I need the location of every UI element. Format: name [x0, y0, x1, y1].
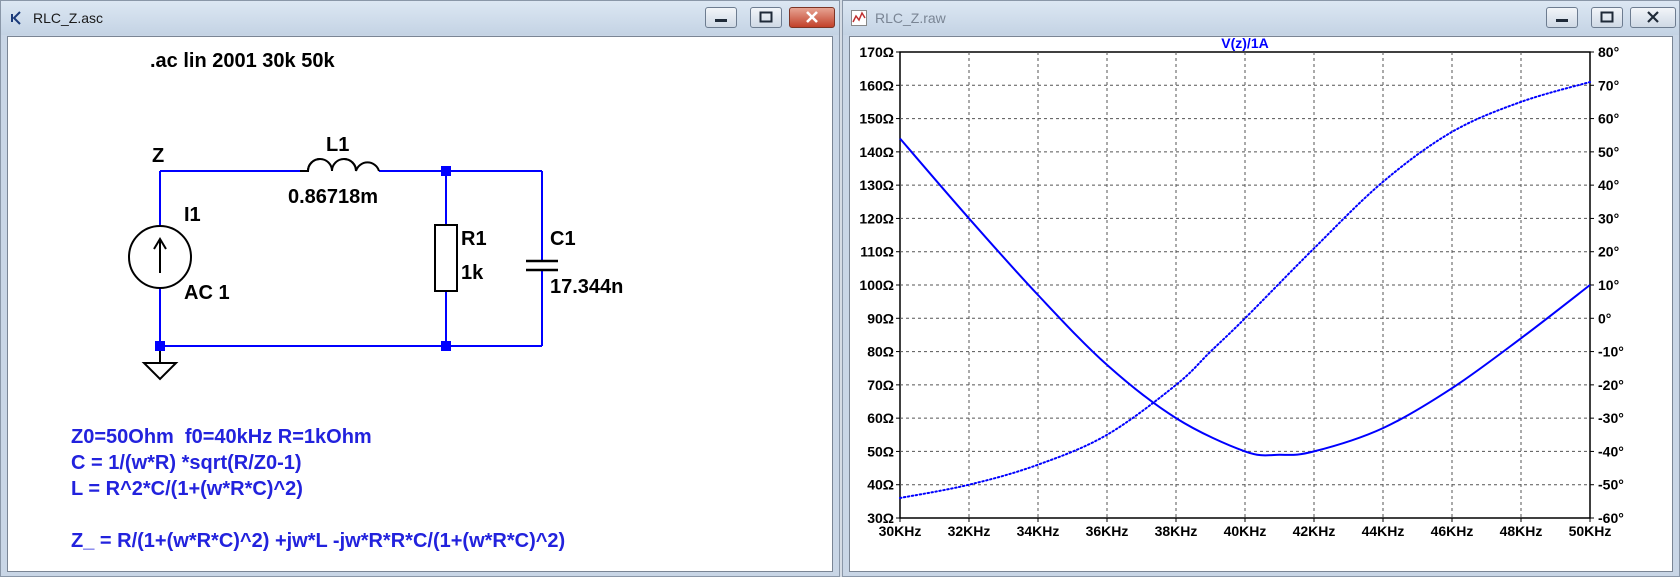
net-label-z[interactable]: Z — [152, 145, 164, 167]
y-right-tick-label: -30° — [1598, 410, 1624, 426]
y-left-tick-label: 130Ω — [859, 177, 894, 193]
y-left-tick-label: 140Ω — [859, 144, 894, 160]
y-right-tick-label: 30° — [1598, 210, 1619, 226]
resistor-value[interactable]: 1k — [461, 262, 484, 284]
junction-dot — [441, 166, 451, 176]
y-left-tick-label: 170Ω — [859, 44, 894, 60]
trace-label[interactable]: V(z)/1A — [1221, 37, 1268, 51]
y-left-tick-label: 80Ω — [867, 344, 894, 360]
y-right-tick-label: 20° — [1598, 244, 1619, 260]
close-icon — [1647, 11, 1659, 23]
inductor-value[interactable]: 0.86718m — [288, 186, 378, 208]
y-right-tick-label: 70° — [1598, 77, 1619, 93]
y-left-tick-label: 120Ω — [859, 210, 894, 226]
spice-directive[interactable]: .ac lin 2001 30k 50k — [150, 50, 335, 72]
schematic-window-title: RLC_Z.asc — [33, 10, 104, 26]
resistor-symbol — [434, 224, 458, 292]
plot-area: V(z)/1A 30KHz 32KHz 34KHz 36KHz 38KHz 40KHz 42… — [859, 37, 1624, 539]
close-icon — [806, 11, 818, 23]
plot-canvas[interactable]: V(z)/1A 30KHz 32KHz 34KHz 36KHz 38KHz 40KHz 42… — [849, 36, 1673, 572]
minimize-button[interactable] — [1546, 7, 1578, 28]
y-left-tick-label: 60Ω — [867, 410, 894, 426]
x-tick-label: 44KHz — [1362, 523, 1405, 539]
schematic-canvas[interactable]: .ac lin 2001 30k 50k Z L1 0.86718m I1 AC… — [7, 36, 833, 572]
y-right-tick-label: -60° — [1598, 510, 1624, 526]
y-right-tick-label: -40° — [1598, 443, 1624, 459]
minimize-icon — [715, 19, 727, 22]
y-left-tick-label: 100Ω — [859, 277, 894, 293]
close-button[interactable] — [789, 7, 835, 28]
waveform-window-title: RLC_Z.raw — [875, 10, 946, 26]
x-tick-label: 40KHz — [1224, 523, 1267, 539]
ground-symbol — [141, 351, 179, 381]
maximize-icon — [1600, 11, 1614, 23]
y-right-tick-label: -20° — [1598, 377, 1624, 393]
x-tick-label: 32KHz — [948, 523, 991, 539]
y-left-tick-label: 160Ω — [859, 77, 894, 93]
y-right-tick-label: 40° — [1598, 177, 1619, 193]
minimize-icon — [1556, 19, 1568, 22]
capacitor-name[interactable]: C1 — [550, 228, 576, 250]
maximize-icon — [759, 11, 773, 23]
y-left-tick-label: 70Ω — [867, 377, 894, 393]
inductor-name[interactable]: L1 — [326, 134, 349, 156]
close-button[interactable] — [1630, 7, 1676, 28]
comment-line[interactable]: Z0=50Ohm f0=40kHz R=1kOhm — [71, 426, 372, 448]
comment-line[interactable]: Z_ = R/(1+(w*R*C)^2) +jw*L -jw*R*R*C/(1+… — [71, 530, 565, 552]
y-left-tick-label: 110Ω — [860, 244, 894, 260]
schematic-drawing: .ac lin 2001 30k 50k Z L1 0.86718m I1 AC… — [71, 50, 623, 552]
y-right-tick-label: 60° — [1598, 111, 1619, 127]
x-tick-label: 34KHz — [1017, 523, 1060, 539]
ltspice-schematic-icon — [11, 11, 21, 25]
minimize-button[interactable] — [705, 7, 737, 28]
y-right-tick-label: -50° — [1598, 477, 1624, 493]
comment-line[interactable]: C = 1/(w*R) *sqrt(R/Z0-1) — [71, 452, 302, 474]
y-left-tick-label: 90Ω — [867, 310, 894, 326]
x-tick-label: 42KHz — [1293, 523, 1336, 539]
y-right-tick-label: 50° — [1598, 144, 1619, 160]
junction-dot — [441, 341, 451, 351]
x-tick-label: 36KHz — [1086, 523, 1129, 539]
y-right-tick-label: -10° — [1598, 344, 1624, 360]
waveform-window: RLC_Z.raw V(z)/1A 30KHz 32KHz 34KHz 36KHz 38… — [842, 0, 1680, 577]
capacitor-symbol — [526, 259, 558, 272]
resistor-name[interactable]: R1 — [461, 228, 487, 250]
y-right-tick-label: 0° — [1598, 310, 1611, 326]
y-left-tick-label: 30Ω — [867, 510, 894, 526]
y-left-tick-label: 150Ω — [859, 111, 894, 127]
junction-dot — [155, 341, 165, 351]
x-tick-label: 46KHz — [1431, 523, 1474, 539]
schematic-window: RLC_Z.asc .ac lin 2001 30k 50k Z L1 0.86… — [0, 0, 840, 577]
capacitor-value[interactable]: 17.344n — [550, 276, 623, 298]
inductor-symbol — [300, 158, 380, 172]
schematic-titlebar[interactable]: RLC_Z.asc — [1, 1, 839, 35]
maximize-button[interactable] — [750, 7, 782, 28]
source-value[interactable]: AC 1 — [184, 282, 230, 304]
y-right-tick-label: 10° — [1598, 277, 1619, 293]
maximize-button[interactable] — [1591, 7, 1623, 28]
x-tick-label: 48KHz — [1500, 523, 1543, 539]
current-source-symbol — [128, 225, 192, 289]
waveform-titlebar[interactable]: RLC_Z.raw — [843, 1, 1679, 35]
source-name[interactable]: I1 — [184, 204, 201, 226]
x-tick-label: 38KHz — [1155, 523, 1198, 539]
comment-line[interactable]: L = R^2*C/(1+(w*R*C)^2) — [71, 478, 303, 500]
y-left-tick-label: 40Ω — [867, 477, 894, 493]
y-left-tick-label: 50Ω — [867, 443, 894, 459]
waveform-viewer-icon — [851, 10, 867, 26]
y-right-tick-label: 80° — [1598, 44, 1619, 60]
